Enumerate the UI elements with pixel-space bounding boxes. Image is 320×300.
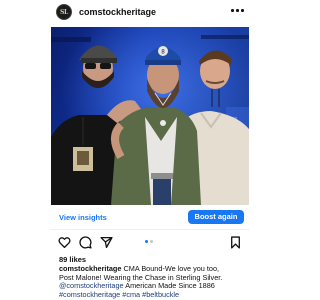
bookmark-icon[interactable] — [229, 236, 242, 249]
share-icon[interactable] — [100, 236, 113, 249]
post-photo[interactable]: 8 — [51, 27, 249, 205]
caption-hashtags[interactable]: #comstockheritage #cma #beltbuckle — [59, 290, 179, 299]
post-header: SL comstockheritage — [0, 0, 300, 27]
likes-count[interactable]: 89 likes — [59, 255, 86, 264]
post-actions — [51, 231, 249, 253]
avatar-initials: SL — [60, 8, 68, 16]
view-insights-link[interactable]: View insights — [59, 213, 107, 222]
boost-again-button[interactable]: Boost again — [188, 210, 244, 224]
username[interactable]: comstockheritage — [79, 7, 156, 17]
heart-icon[interactable] — [58, 236, 71, 249]
avatar[interactable]: SL — [56, 4, 72, 20]
carousel-indicator — [145, 240, 155, 244]
insights-bar: View insights Boost again — [51, 205, 249, 230]
more-horizontal-icon[interactable] — [230, 6, 244, 14]
comment-icon[interactable] — [79, 236, 92, 249]
carousel-dot-active — [145, 240, 148, 243]
post-caption: comstockheritage CMA Bound-We love you t… — [59, 264, 247, 299]
carousel-dot — [150, 240, 153, 243]
